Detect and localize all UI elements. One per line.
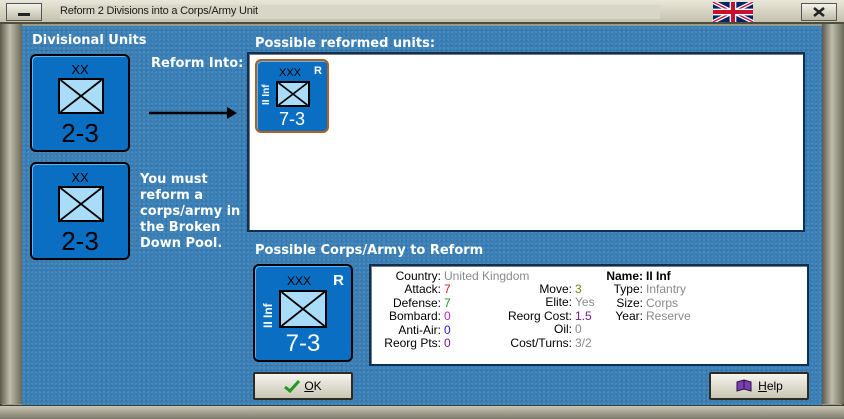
- help-label-rest: elp: [766, 379, 783, 393]
- divisional-units-heading: Divisional Units: [32, 33, 147, 48]
- arrow-right-icon: [149, 107, 237, 119]
- info-column-3: Name: II Inf Type: Infantry Size: Corps Yea…: [601, 269, 691, 324]
- frame-bottom-bar: [0, 405, 844, 419]
- ok-label-underlined: O: [304, 379, 314, 393]
- instruction-note: You must reform a corps/army in the Brok…: [140, 172, 241, 251]
- info-row-name: Name: II Inf: [601, 269, 691, 283]
- info-value: 3: [575, 282, 582, 296]
- info-column-2: Move: 3 Elite: Yes Reorg Cost: 1.5 Oil: 0 Co…: [495, 282, 595, 350]
- info-value: United Kingdom: [444, 269, 530, 283]
- strength-label: 7-3: [285, 330, 321, 357]
- echelon-label: XX: [71, 170, 89, 185]
- info-row-oil: Oil: 0: [495, 322, 595, 337]
- minimize-icon: [18, 13, 30, 16]
- info-row-move: Move: 3: [495, 282, 595, 296]
- infantry-symbol-icon: [58, 78, 104, 114]
- close-button[interactable]: [801, 3, 837, 21]
- corps-unit-counter[interactable]: XXX R II Inf 7-3: [253, 264, 353, 362]
- info-value: Yes: [575, 295, 595, 310]
- help-book-icon: [736, 379, 752, 392]
- info-label: Size:: [616, 295, 643, 310]
- possible-reformed-heading: Possible reformed units:: [255, 36, 436, 51]
- title-bar[interactable]: Reform 2 Divisions into a Corps/Army Uni…: [0, 0, 844, 24]
- unit-name-label: II Inf: [261, 303, 275, 328]
- infantry-symbol-icon: [58, 186, 104, 222]
- info-value: 0: [575, 322, 582, 337]
- strength-label: 2-3: [61, 226, 99, 256]
- divisional-unit-counter-1[interactable]: XX 2-3: [30, 54, 130, 152]
- info-label: Country:: [395, 269, 441, 283]
- info-label: Type:: [613, 282, 643, 297]
- ok-button[interactable]: OK: [253, 372, 353, 400]
- corps-army-heading: Possible Corps/Army to Reform: [255, 243, 484, 258]
- unit-info-panel: Country: United Kingdom Attack: 7 Defense:…: [369, 264, 809, 366]
- minimize-button[interactable]: [6, 3, 42, 21]
- info-label: Move:: [539, 282, 572, 296]
- info-value: Infantry: [646, 282, 687, 297]
- info-row-elite: Elite: Yes: [495, 295, 595, 310]
- reformed-units-list[interactable]: XXX R II Inf 7-3: [247, 52, 805, 232]
- info-value: 7: [444, 282, 451, 297]
- info-label: Defense:: [392, 295, 441, 310]
- info-label: Bombard:: [388, 309, 441, 324]
- info-value: 0: [444, 322, 451, 337]
- info-value: Corps: [646, 295, 679, 310]
- unit-name-label: II Inf: [261, 84, 272, 105]
- window-title: Reform 2 Divisions into a Corps/Army Uni…: [60, 5, 660, 19]
- checkmark-icon: [284, 379, 301, 393]
- strength-label: 7-3: [278, 109, 305, 129]
- info-label: Attack:: [404, 282, 441, 297]
- reserve-badge: R: [333, 272, 344, 289]
- info-value: 7: [444, 295, 451, 310]
- reserve-badge: R: [314, 65, 322, 77]
- info-label: Year:: [615, 309, 643, 324]
- echelon-label: XX: [71, 62, 89, 77]
- info-value: 3/2: [575, 335, 592, 350]
- ok-label-rest: K: [313, 379, 322, 393]
- info-label: Anti-Air:: [398, 322, 441, 337]
- info-value: 0: [444, 309, 451, 324]
- help-button[interactable]: Help: [709, 372, 809, 400]
- info-label: Cost/Turns:: [510, 335, 572, 350]
- info-row-reorg-cost: Reorg Cost: 1.5: [495, 308, 595, 323]
- frame-right-pillar: [822, 24, 844, 404]
- infantry-symbol-icon: [276, 81, 310, 107]
- infantry-symbol-icon: [279, 290, 327, 328]
- dialog-content: Divisional Units XX 2-3 XX 2-3 Reform In…: [22, 26, 822, 405]
- info-row-country: Country: United Kingdom: [373, 269, 530, 283]
- info-row-cost-turns: Cost/Turns: 3/2: [495, 335, 595, 350]
- info-row-year: Year: Reserve: [601, 309, 691, 324]
- info-label: Name:: [606, 269, 643, 283]
- reform-into-label: Reform Into:: [151, 56, 244, 71]
- info-label: Reorg Cost:: [507, 308, 572, 323]
- strength-label: 2-3: [61, 118, 99, 148]
- info-label: Reorg Pts:: [384, 336, 441, 351]
- info-row-type: Type: Infantry: [601, 282, 691, 297]
- help-label-underlined: H: [758, 379, 767, 393]
- info-label: Oil:: [554, 322, 572, 337]
- info-value: 1.5: [575, 308, 592, 323]
- info-value: Reserve: [646, 309, 691, 324]
- union-jack-flag-icon: [712, 2, 754, 22]
- info-label: Elite:: [545, 295, 572, 310]
- frame-left-pillar: [0, 24, 22, 404]
- reformed-unit-counter[interactable]: XXX R II Inf 7-3: [255, 59, 329, 133]
- info-value: II Inf: [646, 269, 671, 283]
- info-row-size: Size: Corps: [601, 295, 691, 310]
- divisional-unit-counter-2[interactable]: XX 2-3: [30, 162, 130, 260]
- close-icon: [813, 7, 825, 17]
- info-value: 0: [444, 336, 451, 351]
